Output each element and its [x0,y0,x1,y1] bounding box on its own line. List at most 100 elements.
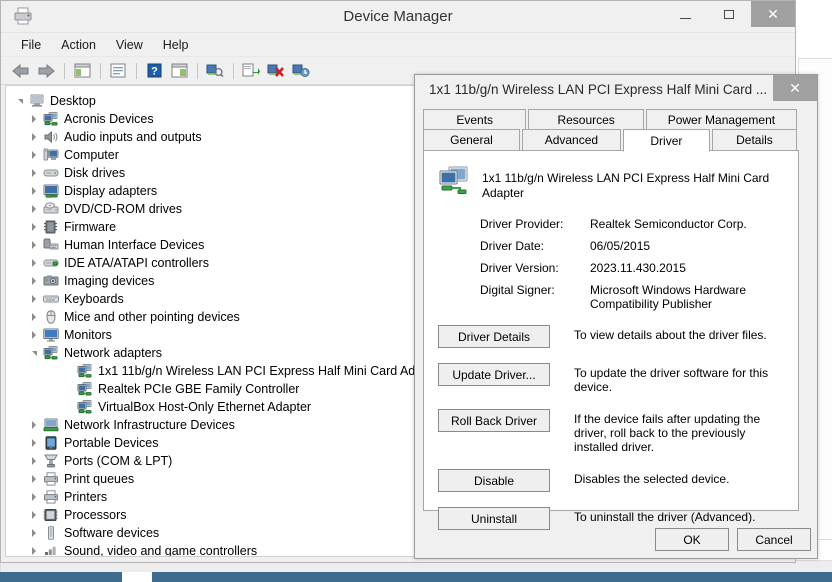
chevron-right-icon[interactable] [26,151,42,159]
ok-button[interactable]: OK [655,528,729,551]
tree-item-label: Display adapters [64,184,158,198]
tab-resources[interactable]: Resources [528,109,644,130]
speaker-icon [42,129,60,145]
printer-icon [42,489,60,505]
tab-events[interactable]: Events [423,109,527,130]
forward-arrow-icon[interactable] [34,60,58,82]
chevron-right-icon[interactable] [26,223,42,231]
info-label: Digital Signer: [480,283,555,297]
chevron-right-icon[interactable] [26,421,42,429]
tab-advanced[interactable]: Advanced [521,129,621,150]
tab-details[interactable]: Details [711,129,797,150]
disable-device-icon[interactable] [289,60,313,82]
driver-tab-panel: 1x1 11b/g/n Wireless LAN PCI Express Hal… [423,150,799,530]
chevron-right-icon[interactable] [26,475,42,483]
tree-item-label: Processors [64,508,127,522]
device-header: 1x1 11b/g/n Wireless LAN PCI Express Hal… [424,151,798,201]
chevron-right-icon[interactable] [26,241,42,249]
tree-item-label: Software devices [64,526,160,540]
info-row-driver-date: Driver Date: 06/05/2015 [480,239,798,253]
chevron-right-icon[interactable] [26,115,42,123]
cancel-button[interactable]: Cancel [737,528,811,551]
close-icon[interactable]: ✕ [751,1,795,27]
start-button[interactable] [122,572,152,582]
chevron-right-icon[interactable] [26,493,42,501]
uninstall-button[interactable]: Uninstall [438,507,550,530]
chevron-right-icon[interactable] [26,133,42,141]
network-adapter-icon [76,381,94,397]
dialog-title: 1x1 11b/g/n Wireless LAN PCI Express Hal… [429,82,768,97]
menu-item-view[interactable]: View [106,35,153,55]
show-hide-console-tree-icon[interactable] [70,60,94,82]
chevron-right-icon[interactable] [26,331,42,339]
maximize-icon[interactable] [707,1,751,27]
computer-icon [42,147,60,163]
tree-item-label: Realtek PCIe GBE Family Controller [98,382,300,396]
network-adapter-large-icon [436,165,472,197]
action-description: To view details about the driver files. [574,328,767,342]
chevron-right-icon[interactable] [26,295,42,303]
info-value: 2023.11.430.2015 [590,261,686,275]
properties-icon[interactable] [106,60,130,82]
driver-actions: Driver Details To view details about the… [438,325,798,530]
menu-item-help[interactable]: Help [153,35,199,55]
printer-icon [42,471,60,487]
network-adapter-icon [76,363,94,379]
display-adapter-icon [42,183,60,199]
back-arrow-icon[interactable] [9,60,33,82]
scan-for-hardware-changes-icon[interactable] [203,60,227,82]
toolbar-separator [197,62,198,79]
chevron-right-icon[interactable] [26,457,42,465]
chevron-down-icon[interactable] [26,350,42,356]
tab-row-upper: Events Resources Power Management [423,109,799,130]
chevron-right-icon[interactable] [26,277,42,285]
roll-back-driver-button[interactable]: Roll Back Driver [438,409,550,432]
action-row-roll-back-driver: Roll Back Driver If the device fails aft… [438,409,798,454]
uninstall-device-icon[interactable] [264,60,288,82]
software-device-icon [42,525,60,541]
chevron-right-icon[interactable] [26,547,42,555]
update-driver-button[interactable]: Update Driver... [438,363,550,386]
tree-item-label: 1x1 11b/g/n Wireless LAN PCI Express Hal… [98,364,444,378]
toolbar-separator [100,62,101,79]
tab-general[interactable]: General [423,129,520,150]
dialog-titlebar: 1x1 11b/g/n Wireless LAN PCI Express Hal… [415,75,817,105]
chevron-right-icon[interactable] [26,259,42,267]
chevron-down-icon[interactable] [12,98,28,104]
tree-item-label: Keyboards [64,292,124,306]
chevron-right-icon[interactable] [26,313,42,321]
chevron-right-icon[interactable] [26,511,42,519]
update-driver-icon[interactable] [239,60,263,82]
tab-driver[interactable]: Driver [622,129,710,152]
action-description: To update the driver software for this d… [574,366,769,394]
monitor-icon [42,327,60,343]
minimize-icon[interactable] [663,1,707,27]
chevron-right-icon[interactable] [26,439,42,447]
menu-item-file[interactable]: File [11,35,51,55]
driver-details-button[interactable]: Driver Details [438,325,550,348]
chevron-right-icon[interactable] [26,169,42,177]
network-infrastructure-icon [42,417,60,433]
firmware-chip-icon [42,219,60,235]
show-hide-action-pane-icon[interactable] [167,60,191,82]
portable-device-icon [42,435,60,451]
tree-item-label: Disk drives [64,166,126,180]
chevron-right-icon[interactable] [26,205,42,213]
taskbar [0,572,832,582]
tree-item-label: Print queues [64,472,135,486]
chevron-right-icon[interactable] [26,187,42,195]
disable-button[interactable]: Disable [438,469,550,492]
menu-item-action[interactable]: Action [51,35,106,55]
toolbar-separator [233,62,234,79]
help-icon[interactable]: ? [142,60,166,82]
info-value: Realtek Semiconductor Corp. [590,217,747,231]
driver-info-list: Driver Provider: Realtek Semiconductor C… [480,217,798,311]
dialog-close-icon[interactable]: ✕ [773,75,817,101]
tab-power-management[interactable]: Power Management [645,109,797,130]
chevron-right-icon[interactable] [26,529,42,537]
menu-bar: File Action View Help [1,33,795,57]
info-row-driver-provider: Driver Provider: Realtek Semiconductor C… [480,217,798,231]
keyboard-icon [42,291,60,307]
action-row-disable: Disable Disables the selected device. [438,469,798,492]
ide-controller-icon [42,255,60,271]
